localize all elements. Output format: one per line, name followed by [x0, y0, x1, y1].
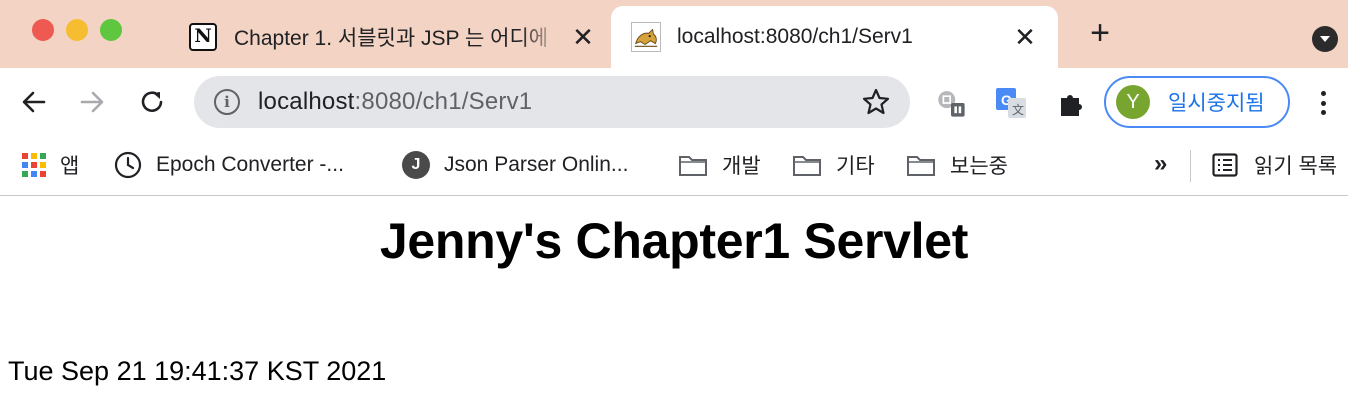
apps-grid-icon	[22, 153, 46, 177]
svg-text:文: 文	[1012, 102, 1024, 117]
arrow-right-icon	[80, 91, 104, 113]
tab-search-button[interactable]	[1312, 26, 1338, 52]
toolbar: i localhost:8080/ch1/Serv1 G 文 Y 일시중지됨	[0, 68, 1348, 136]
tomcat-icon	[631, 22, 661, 52]
tab-title: Chapter 1. 서블릿과 JSP 는 어디에	[234, 27, 549, 50]
folder-icon	[679, 156, 707, 176]
bookmark-folder-watching[interactable]: 보는중	[906, 149, 1008, 181]
bookmark-star-icon[interactable]	[860, 86, 892, 118]
bookmark-label: 개발	[722, 155, 761, 178]
close-window-button[interactable]	[32, 19, 54, 41]
back-button[interactable]	[18, 86, 50, 118]
tab-notion-chapter1[interactable]: N Chapter 1. 서블릿과 JSP 는 어디에 ✕	[176, 6, 608, 68]
reading-list-icon	[1212, 153, 1238, 177]
folder-icon	[907, 156, 935, 176]
bookmarks-bar: 앱 Epoch Converter -... J Json Parser Onl…	[0, 136, 1348, 196]
google-translate-icon[interactable]: G 文	[994, 86, 1028, 120]
tab-close-icon[interactable]: ✕	[1012, 24, 1038, 50]
browser-window: N Chapter 1. 서블릿과 JSP 는 어디에 ✕ localhost:…	[0, 0, 1348, 411]
bookmark-json-parser[interactable]: J Json Parser Onlin...	[402, 149, 628, 181]
avatar: Y	[1116, 85, 1150, 119]
notion-icon: N	[188, 22, 218, 52]
page-content: Jenny's Chapter1 Servlet Tue Sep 21 19:4…	[0, 196, 1348, 411]
url-path: :8080/ch1/Serv1	[354, 88, 533, 115]
profile-status-label: 일시중지됨	[1168, 92, 1265, 115]
arrow-left-icon	[22, 91, 46, 113]
tab-close-icon[interactable]: ✕	[570, 24, 596, 50]
j-letter-icon: J	[402, 151, 430, 179]
maximize-window-button[interactable]	[100, 19, 122, 41]
server-date-text: Tue Sep 21 19:41:37 KST 2021	[8, 356, 387, 386]
bookmark-label: Epoch Converter -...	[156, 153, 344, 176]
url-text[interactable]: localhost:8080/ch1/Serv1	[258, 88, 532, 116]
profile-paused-button[interactable]: Y 일시중지됨	[1104, 76, 1290, 128]
extensions-puzzle-icon[interactable]	[1054, 86, 1088, 120]
reload-icon	[141, 91, 163, 112]
clock-icon	[114, 151, 142, 179]
reload-button[interactable]	[136, 86, 168, 118]
bookmark-label: 보는중	[950, 155, 1008, 178]
new-tab-button[interactable]: +	[1086, 16, 1114, 50]
address-bar[interactable]: i localhost:8080/ch1/Serv1	[194, 76, 910, 128]
more-menu-icon[interactable]	[1316, 88, 1330, 118]
bookmark-label: Json Parser Onlin...	[444, 153, 629, 176]
reading-list-button[interactable]: 읽기 목록	[1212, 149, 1337, 181]
tab-title: localhost:8080/ch1/Serv1	[677, 25, 913, 48]
bookmark-folder-etc[interactable]: 기타	[792, 149, 875, 181]
chevron-down-icon	[1320, 36, 1330, 42]
tab-localhost-serv1[interactable]: localhost:8080/ch1/Serv1 ✕	[611, 6, 1058, 68]
bookmark-label: 기타	[836, 155, 875, 178]
bookmark-epoch-converter[interactable]: Epoch Converter -...	[114, 149, 344, 181]
reading-list-label: 읽기 목록	[1254, 155, 1338, 178]
site-info-icon[interactable]: i	[214, 89, 240, 115]
tab-strip: N Chapter 1. 서블릿과 JSP 는 어디에 ✕ localhost:…	[0, 0, 1348, 68]
minimize-window-button[interactable]	[66, 19, 88, 41]
bookmark-label: 앱	[60, 155, 80, 178]
extension-paused-icon[interactable]	[934, 86, 968, 120]
url-host: localhost	[258, 88, 355, 115]
window-controls	[32, 19, 122, 41]
bookmarks-overflow-button[interactable]: »	[1154, 150, 1167, 178]
page-title: Jenny's Chapter1 Servlet	[379, 213, 969, 269]
forward-button[interactable]	[76, 86, 108, 118]
bookmark-apps[interactable]: 앱	[22, 149, 79, 181]
folder-icon	[793, 156, 821, 176]
bookmarks-divider	[1190, 150, 1191, 182]
bookmark-folder-dev[interactable]: 개발	[678, 149, 761, 181]
